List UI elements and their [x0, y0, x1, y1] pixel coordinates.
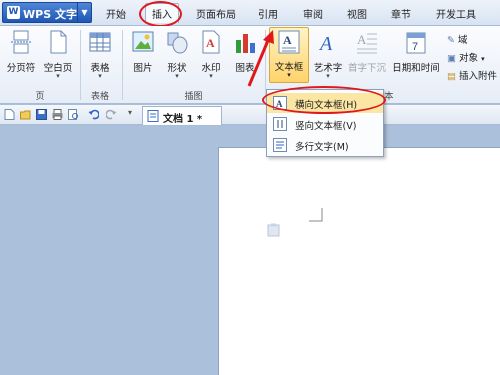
picture-label: 图片 [133, 63, 153, 74]
new-document-icon[interactable] [4, 109, 15, 120]
print-icon[interactable] [52, 109, 63, 120]
tab-view[interactable]: 视图 [347, 6, 367, 21]
app-menu-button[interactable]: W WPS 文字 ▼ [2, 2, 92, 23]
wordart-dropdown-icon[interactable]: ▾ [310, 72, 346, 80]
group-divider [122, 30, 123, 100]
shape-button[interactable]: 形状 ▾ [161, 28, 193, 86]
horizontal-textbox-highlight-oval [262, 86, 386, 114]
watermark-button[interactable]: A 水印 ▾ [194, 28, 228, 86]
multiline-text-item[interactable]: 多行文字(M) [267, 135, 383, 155]
object-dropdown-icon[interactable]: ▾ [481, 55, 485, 63]
group-divider [80, 30, 81, 100]
page-break-button[interactable]: 分页符 [4, 28, 38, 86]
field-button[interactable]: ✎ 域 [447, 32, 468, 46]
shape-dropdown-icon[interactable]: ▾ [161, 72, 193, 80]
wps-logo-icon: W [7, 6, 20, 19]
app-menu-dropdown-icon[interactable]: ▼ [77, 3, 91, 22]
document-icon [147, 110, 159, 122]
svg-text:A: A [283, 33, 292, 47]
drop-cap-icon: A [357, 32, 377, 54]
tab-developer-tools[interactable]: 开发工具 [436, 6, 476, 21]
save-icon[interactable] [36, 109, 47, 120]
attachment-icon: ▤ [447, 71, 456, 82]
picture-icon [132, 31, 154, 52]
insert-attachment-label: 插入附件 [459, 71, 498, 82]
document-page[interactable] [218, 147, 500, 375]
field-label: 域 [458, 35, 468, 46]
multiline-text-icon [273, 138, 287, 152]
vertical-textbox-icon [273, 117, 287, 131]
margin-corner-mark [309, 208, 323, 222]
multiline-text-label: 多行文字(M) [295, 142, 349, 153]
blank-page-dropdown-icon[interactable]: ▾ [40, 72, 76, 80]
illustration-group-label: 插图 [184, 92, 203, 102]
quick-access-toolbar: ▾ 文档 1 * [0, 105, 500, 125]
page-group-label: 页 [35, 92, 45, 102]
picture-button[interactable]: 图片 [126, 28, 160, 86]
calendar-icon: 7 [406, 32, 426, 54]
blank-page-icon [50, 30, 67, 54]
tab-page-layout[interactable]: 页面布局 [196, 6, 236, 21]
drop-cap-label: 首字下沉 [347, 63, 386, 74]
customize-toolbar-icon[interactable]: ▾ [128, 108, 132, 117]
tab-references[interactable]: 引用 [258, 6, 278, 21]
date-time-label: 日期和时间 [392, 63, 440, 74]
paste-placeholder-icon [267, 223, 280, 237]
print-preview-icon[interactable] [68, 109, 79, 120]
date-time-button[interactable]: 7 日期和时间 [390, 28, 442, 86]
wordart-icon: A [318, 33, 333, 54]
document-tab-title: 文档 1 * [163, 114, 203, 125]
vertical-textbox-item[interactable]: 竖向文本框(V) [267, 114, 383, 134]
drop-cap-button[interactable]: A 首字下沉 [346, 28, 388, 86]
document-tab[interactable]: 文档 1 * [142, 106, 222, 125]
wordart-button[interactable]: A 艺术字 ▾ [310, 28, 346, 86]
svg-text:A: A [357, 32, 367, 47]
tab-review[interactable]: 审阅 [303, 6, 323, 21]
redo-icon[interactable] [106, 109, 117, 120]
table-dropdown-icon[interactable]: ▾ [84, 72, 116, 80]
object-label: 对象 [459, 53, 479, 64]
undo-icon[interactable] [88, 109, 99, 120]
insert-attachment-button[interactable]: ▤ 插入附件 [447, 68, 497, 82]
insert-tab-highlight-oval [139, 1, 182, 27]
table-group-label: 表格 [90, 92, 109, 102]
tab-chapter[interactable]: 章节 [391, 6, 411, 21]
field-icon: ✎ [447, 35, 455, 46]
watermark-icon: A [202, 30, 220, 54]
object-button[interactable]: ▣ 对象 ▾ [447, 50, 485, 64]
document-workspace [0, 126, 500, 375]
table-button[interactable]: 表格 ▾ [84, 28, 116, 86]
svg-text:A: A [206, 36, 215, 50]
object-icon: ▣ [447, 53, 456, 64]
vertical-textbox-label: 竖向文本框(V) [295, 121, 357, 132]
menu-bar: W WPS 文字 ▼ 开始 插入 页面布局 引用 审阅 视图 章节 开发工具 [0, 0, 500, 27]
shape-icon [167, 32, 188, 54]
table-icon [89, 32, 111, 52]
watermark-dropdown-icon[interactable]: ▾ [194, 72, 228, 80]
svg-text:A: A [318, 33, 333, 54]
app-title: WPS 文字 [23, 8, 77, 21]
open-folder-icon[interactable] [20, 109, 31, 120]
svg-text:7: 7 [412, 41, 418, 53]
page-break-label: 分页符 [6, 63, 36, 74]
red-arrow-annotation [247, 30, 274, 87]
page-break-icon [11, 30, 31, 54]
blank-page-button[interactable]: 空白页 ▾ [40, 28, 76, 86]
tab-start[interactable]: 开始 [106, 6, 126, 21]
textbox-icon: A [278, 30, 300, 54]
